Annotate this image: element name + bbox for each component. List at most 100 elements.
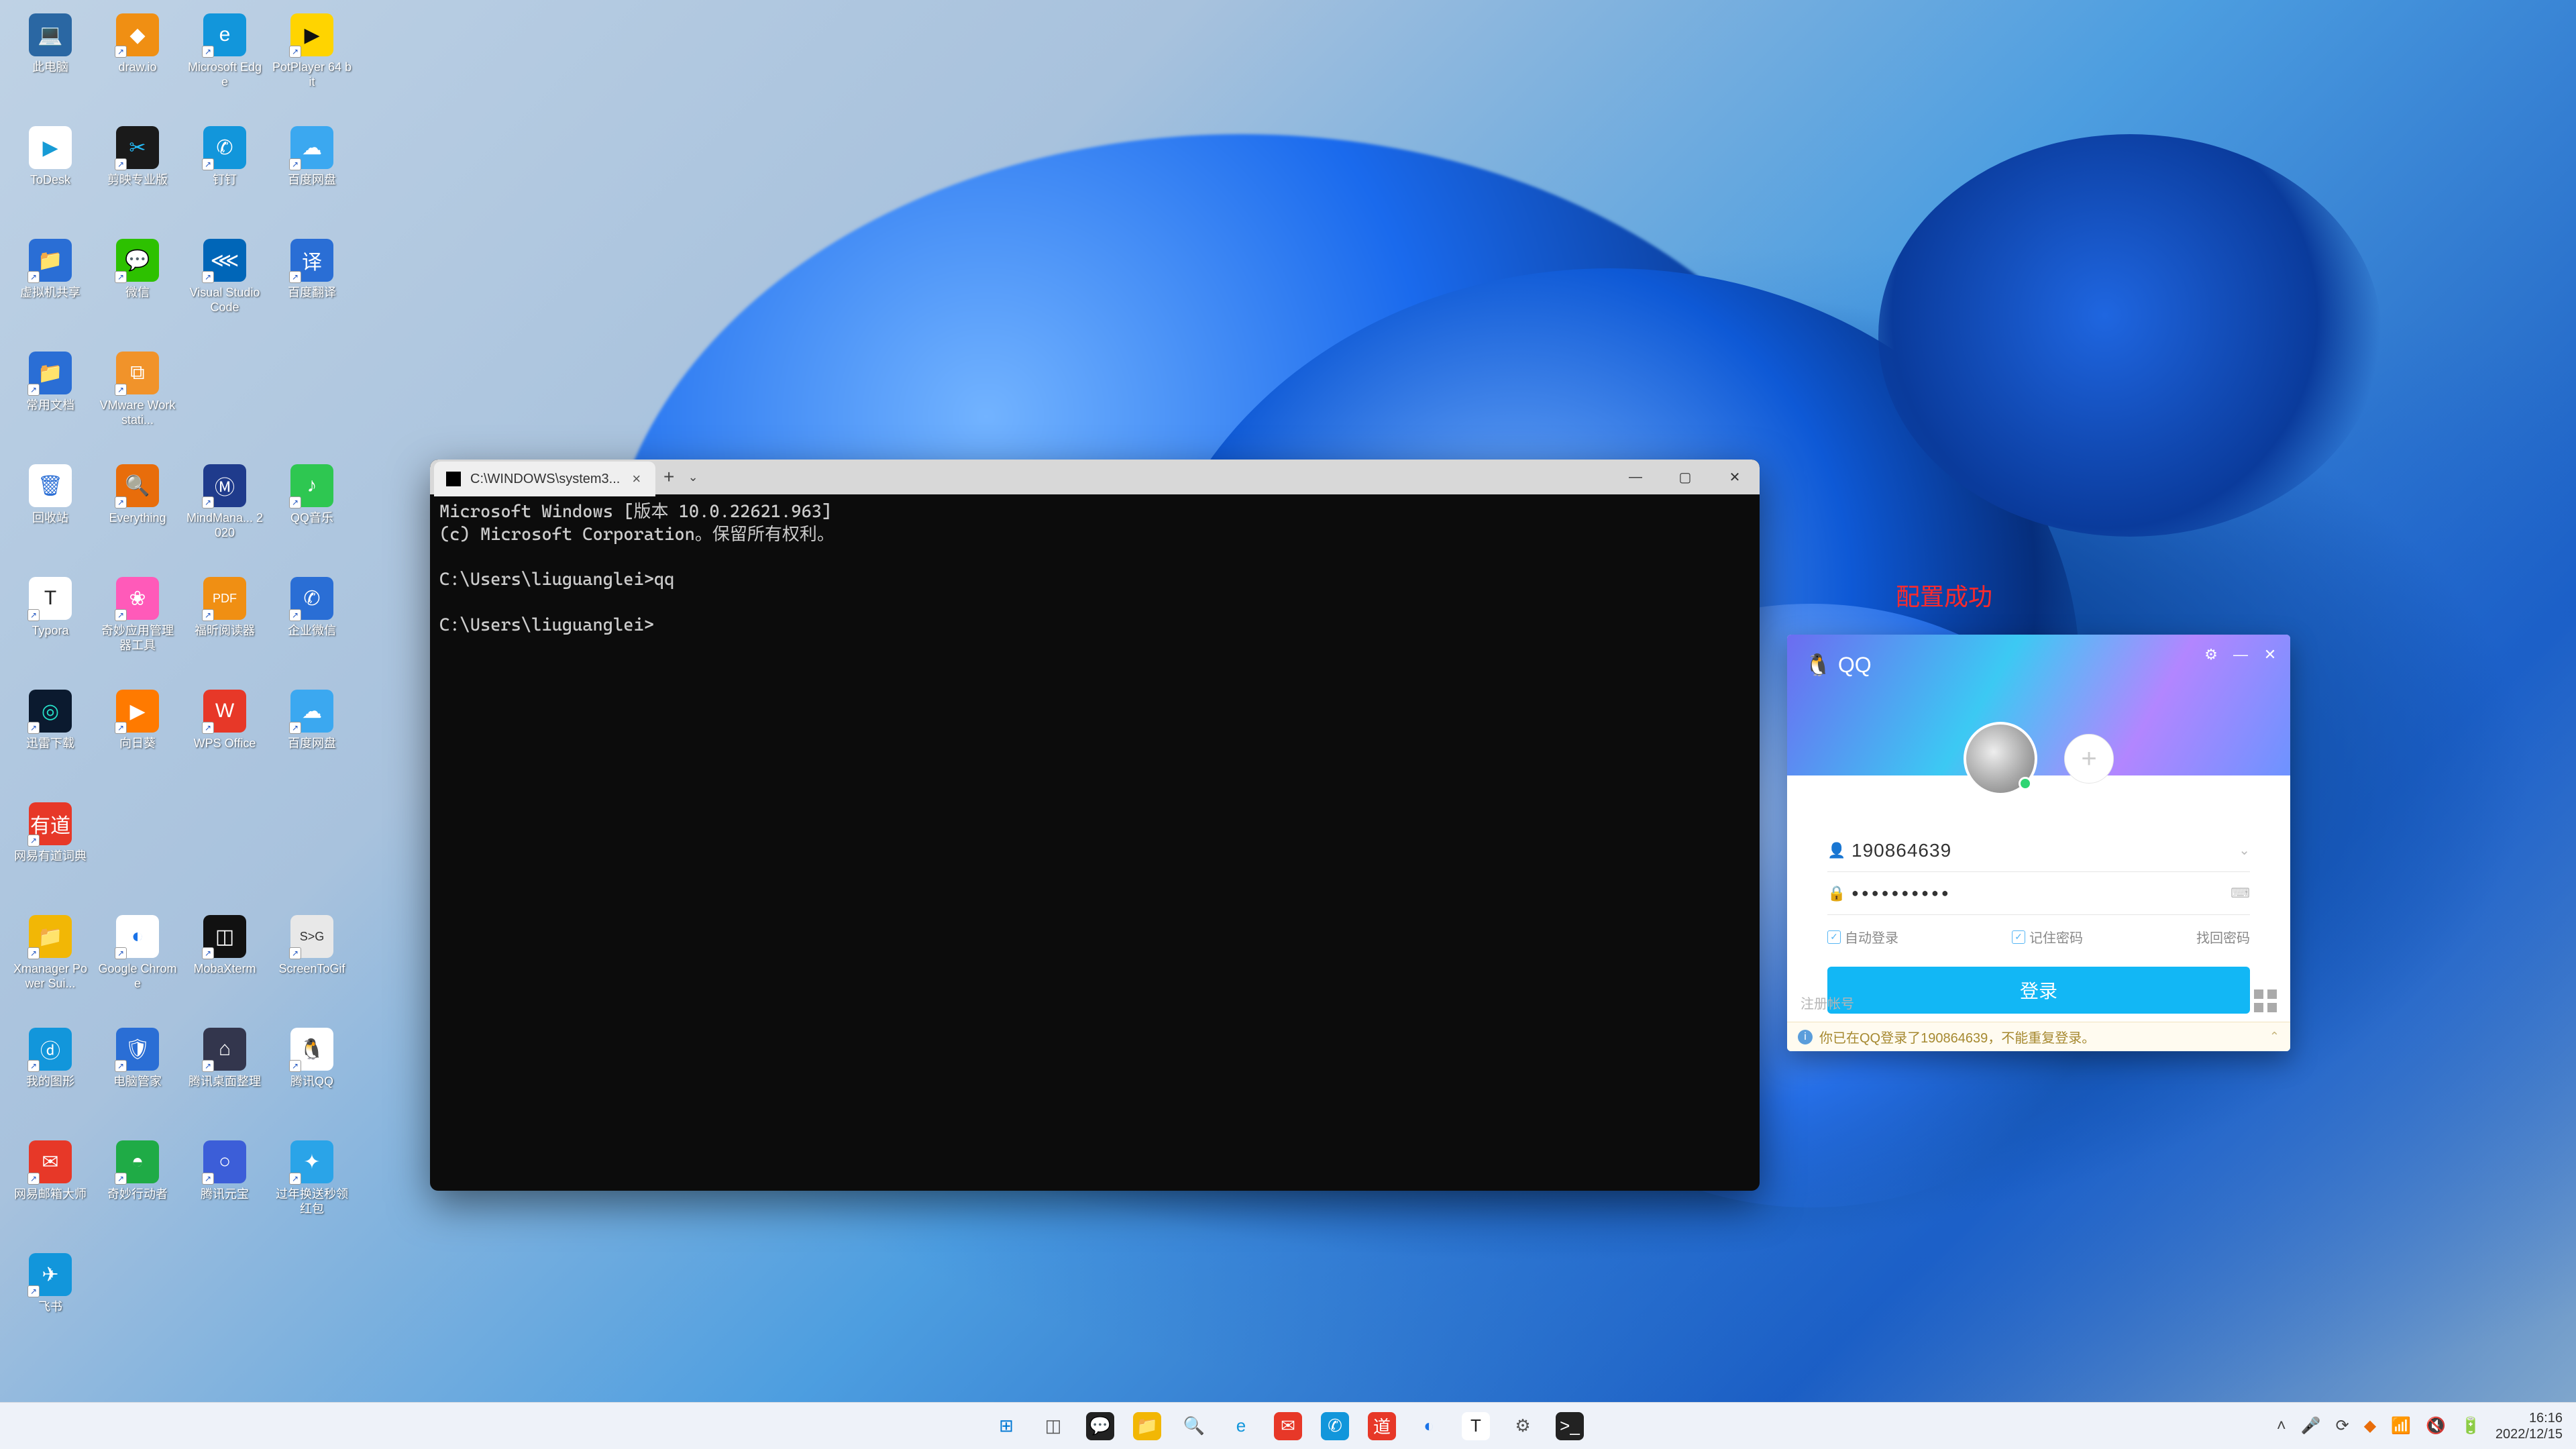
desktop-icon[interactable]: ✆↗企业微信 bbox=[268, 577, 356, 690]
desktop-icon[interactable]: 📁↗Xmanager Power Sui... bbox=[7, 915, 94, 1028]
desktop-icon[interactable]: ☁↗百度网盘 bbox=[268, 126, 356, 239]
app-icon: ❀↗ bbox=[116, 577, 159, 620]
desktop-icon[interactable]: ◓↗奇妙行动者 bbox=[94, 1140, 181, 1253]
terminal-close[interactable]: ✕ bbox=[1710, 460, 1760, 494]
taskbar-icon-chrome[interactable]: ◐ bbox=[1410, 1407, 1448, 1445]
desktop-icon[interactable]: 🐧↗腾讯QQ bbox=[268, 1028, 356, 1140]
desktop-icon[interactable]: ⋘↗Visual Studio Code bbox=[181, 239, 268, 352]
desktop-icon-label: 常用文档 bbox=[26, 398, 74, 413]
desktop-icon[interactable]: ▶↗向日葵 bbox=[94, 690, 181, 802]
desktop-icon[interactable]: 🔍↗Everything bbox=[94, 464, 181, 577]
app-icon: PDF↗ bbox=[203, 577, 246, 620]
desktop-icon-label: Typora bbox=[32, 624, 68, 639]
desktop-icon[interactable]: PDF↗ 福昕阅读器 bbox=[181, 577, 268, 690]
taskbar-icon-search[interactable]: 🔍 bbox=[1175, 1407, 1213, 1445]
terminal-minimize[interactable]: — bbox=[1611, 460, 1660, 494]
qq-footer-expand[interactable]: ⌃ bbox=[2269, 1030, 2279, 1044]
qq-login-button[interactable]: 登录 bbox=[1827, 967, 2250, 1014]
taskbar-icon-start[interactable]: ⊞ bbox=[987, 1407, 1025, 1445]
tray-battery-icon[interactable]: 🔋 bbox=[2461, 1416, 2481, 1436]
terminal-new-tab[interactable]: + bbox=[655, 466, 682, 488]
desktop-icon[interactable]: ▶↗PotPlayer 64 bit bbox=[268, 13, 356, 126]
desktop-icon[interactable]: 🗑回收站 bbox=[7, 464, 94, 577]
keyboard-icon[interactable]: ⌨ bbox=[2231, 885, 2250, 902]
desktop-icon[interactable]: ◐↗Google Chrome bbox=[94, 915, 181, 1028]
qq-header[interactable]: 🐧 QQ ⚙ — ✕ + bbox=[1787, 635, 2290, 775]
terminal-tab-close[interactable]: × bbox=[629, 470, 643, 488]
desktop-icon[interactable]: ◫↗MobaXterm bbox=[181, 915, 268, 1028]
qq-settings[interactable]: ⚙ bbox=[2198, 643, 2224, 667]
desktop-icon[interactable]: ✦↗过年换送秒领红包 bbox=[268, 1140, 356, 1253]
taskbar-icon-typora[interactable]: T bbox=[1457, 1407, 1495, 1445]
desktop-icon[interactable]: ☁↗百度网盘 bbox=[268, 690, 356, 802]
qq-close[interactable]: ✕ bbox=[2257, 643, 2284, 667]
qq-logo: 🐧 QQ bbox=[1805, 652, 1872, 678]
terminal-tab-dropdown[interactable]: ⌄ bbox=[682, 470, 704, 484]
desktop-icon-label: 福昕阅读器 bbox=[195, 624, 255, 639]
account-dropdown-icon[interactable]: ⌄ bbox=[2239, 842, 2250, 859]
desktop-icon[interactable]: ◆↗draw.io bbox=[94, 13, 181, 126]
tray-volume-icon[interactable]: 🔇 bbox=[2426, 1416, 2446, 1436]
desktop-icon[interactable]: W↗WPS Office bbox=[181, 690, 268, 802]
desktop-icon-label: 剪映专业版 bbox=[107, 173, 168, 188]
tray-chevron-up-icon[interactable]: ˄ bbox=[2277, 1417, 2286, 1436]
tray-app-icon[interactable]: ◆ bbox=[2364, 1416, 2376, 1436]
qq-auto-login-checkbox[interactable]: ✓ 自动登录 bbox=[1827, 927, 1898, 947]
desktop-icon[interactable]: 🛡↗电脑管家 bbox=[94, 1028, 181, 1140]
shortcut-arrow-icon: ↗ bbox=[28, 1173, 40, 1185]
taskbar-icon-terminal[interactable]: >_ bbox=[1551, 1407, 1589, 1445]
qq-minimize[interactable]: — bbox=[2227, 643, 2254, 667]
taskbar-icon-file-explorer[interactable]: 📁 bbox=[1128, 1407, 1166, 1445]
taskbar-icon-dingding[interactable]: ✆ bbox=[1316, 1407, 1354, 1445]
desktop-icon[interactable]: 📁↗常用文档 bbox=[7, 352, 94, 464]
taskbar-icon-settings[interactable]: ⚙ bbox=[1504, 1407, 1542, 1445]
desktop-icon[interactable]: 💬↗微信 bbox=[94, 239, 181, 352]
qq-find-password[interactable]: 找回密码 bbox=[2196, 927, 2250, 947]
desktop-icon[interactable]: ⧉↗VMware Workstati... bbox=[94, 352, 181, 464]
desktop-icon[interactable]: ○↗腾讯元宝 bbox=[181, 1140, 268, 1253]
desktop-icon-label: 百度网盘 bbox=[288, 737, 336, 751]
qq-account-input[interactable]: 👤 190864639 ⌄ bbox=[1827, 829, 2250, 872]
desktop-icon[interactable]: 有道↗网易有道词典 bbox=[7, 802, 94, 915]
qq-qr-icon[interactable] bbox=[2254, 989, 2277, 1012]
taskbar-clock[interactable]: 16:16 2022/12/15 bbox=[2496, 1410, 2563, 1442]
terminal-titlebar[interactable]: C:\WINDOWS\system3... × + ⌄ — ▢ ✕ bbox=[430, 460, 1760, 494]
desktop-icon[interactable]: e↗Microsoft Edge bbox=[181, 13, 268, 126]
terminal-tab[interactable]: C:\WINDOWS\system3... × bbox=[434, 462, 655, 496]
shortcut-arrow-icon: ↗ bbox=[202, 609, 214, 621]
shortcut-arrow-icon: ↗ bbox=[115, 496, 127, 508]
desktop-icon[interactable]: 译↗百度翻译 bbox=[268, 239, 356, 352]
taskbar-icon-youdao[interactable]: 道 bbox=[1363, 1407, 1401, 1445]
shortcut-arrow-icon: ↗ bbox=[28, 947, 40, 959]
desktop-icon[interactable]: ▶ToDesk bbox=[7, 126, 94, 239]
desktop-icon-label: Everything bbox=[109, 511, 166, 526]
desktop[interactable]: 💻此电脑▶ToDesk📁↗虚拟机共享📁↗常用文档🗑回收站T↗Typora◎↗迅雷… bbox=[0, 0, 2576, 1402]
desktop-icon[interactable]: ✉↗网易邮箱大师 bbox=[7, 1140, 94, 1253]
app-icon: ▶ bbox=[29, 126, 72, 169]
terminal-maximize[interactable]: ▢ bbox=[1660, 460, 1710, 494]
qq-password-input[interactable]: 🔒 ●●●●●●●●●● ⌨ bbox=[1827, 872, 2250, 915]
qq-remember-pwd-checkbox[interactable]: ✓ 记住密码 bbox=[2012, 927, 2083, 947]
taskbar-icon-chat[interactable]: 💬 bbox=[1081, 1407, 1119, 1445]
desktop-icon[interactable]: ❀↗奇妙应用管理器工具 bbox=[94, 577, 181, 690]
desktop-icon[interactable]: ✂↗剪映专业版 bbox=[94, 126, 181, 239]
qq-register-link[interactable]: 注册帐号 bbox=[1801, 993, 1854, 1012]
desktop-icon[interactable]: 📁↗虚拟机共享 bbox=[7, 239, 94, 352]
desktop-icon[interactable]: ✈↗飞书 bbox=[7, 1253, 94, 1366]
desktop-icon[interactable]: ✆↗钉钉 bbox=[181, 126, 268, 239]
desktop-icon[interactable]: ♪↗QQ音乐 bbox=[268, 464, 356, 577]
tray-mic-icon[interactable]: 🎤 bbox=[2301, 1416, 2321, 1436]
desktop-icon[interactable]: S>G↗ScreenToGif bbox=[268, 915, 356, 1028]
terminal-body[interactable]: Microsoft Windows [版本 10.0.22621.963] (c… bbox=[430, 494, 1760, 1191]
desktop-icon[interactable]: ⌂↗腾讯桌面整理 bbox=[181, 1028, 268, 1140]
taskbar-icon-edge[interactable]: e bbox=[1222, 1407, 1260, 1445]
desktop-icon[interactable]: T↗Typora bbox=[7, 577, 94, 690]
taskbar-icon-task-view[interactable]: ◫ bbox=[1034, 1407, 1072, 1445]
tray-wifi-icon[interactable]: 📶 bbox=[2391, 1416, 2411, 1436]
desktop-icon[interactable]: ◎↗迅雷下载 bbox=[7, 690, 94, 802]
desktop-icon[interactable]: Ⓜ↗MindMana... 2020 bbox=[181, 464, 268, 577]
tray-update-icon[interactable]: ⟳ bbox=[2336, 1416, 2349, 1436]
desktop-icon[interactable]: 💻此电脑 bbox=[7, 13, 94, 126]
desktop-icon[interactable]: ⓓ↗我的图形 bbox=[7, 1028, 94, 1140]
taskbar-icon-mail[interactable]: ✉ bbox=[1269, 1407, 1307, 1445]
